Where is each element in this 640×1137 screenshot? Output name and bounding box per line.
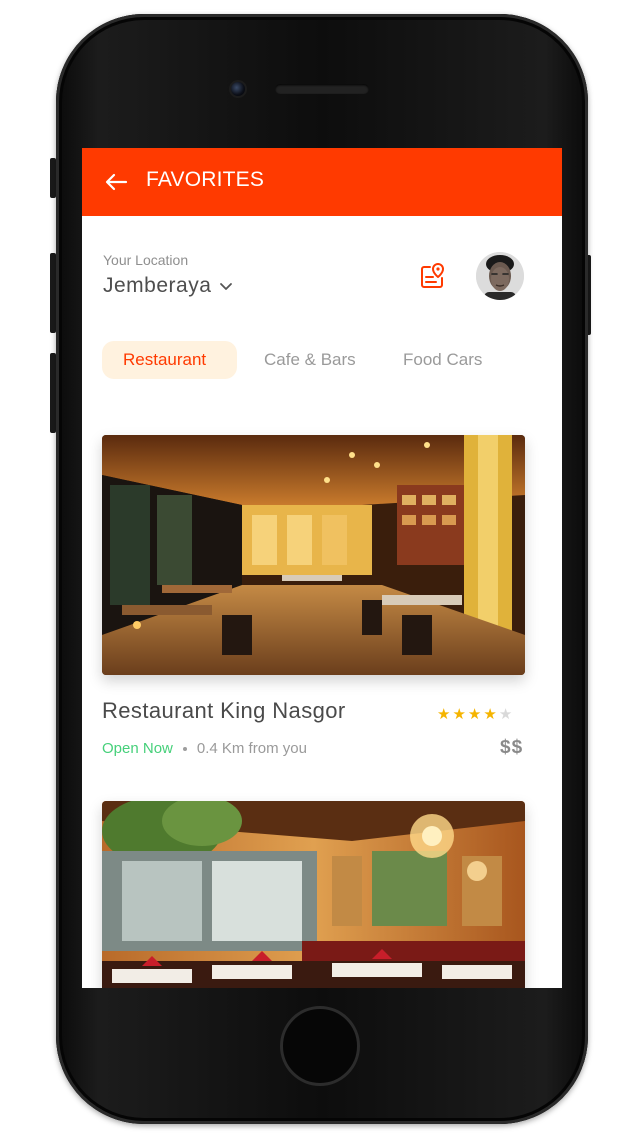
tab-food-cars[interactable]: Food Cars (403, 341, 482, 379)
user-photo (476, 252, 524, 300)
app-screen: FAVORITES Your Location Jemberaya Restau… (82, 148, 562, 988)
location-selector[interactable]: Jemberaya (103, 272, 233, 300)
star-empty-icon: ★ (498, 706, 513, 723)
restaurant-meta: Open Now 0.4 Km from you (102, 740, 307, 757)
star-icon: ★ (467, 706, 482, 723)
tab-cafe-bars[interactable]: Cafe & Bars (264, 341, 356, 379)
map-pin-icon[interactable] (418, 261, 448, 291)
page: FAVORITES Your Location Jemberaya Restau… (0, 0, 640, 1137)
home-button[interactable] (280, 1006, 360, 1086)
status-badge: Open Now (102, 740, 173, 757)
location-label: Your Location (103, 252, 189, 268)
avatar[interactable] (476, 252, 524, 300)
chevron-down-icon (220, 283, 233, 290)
separator-dot (182, 746, 187, 751)
restaurant-photo[interactable] (102, 435, 525, 675)
price-level: $$ (500, 737, 524, 758)
distance-text: 0.4 Km from you (196, 740, 307, 757)
tab-restaurant[interactable]: Restaurant (102, 341, 237, 379)
star-icon: ★ (452, 706, 466, 723)
restaurant-interior-image (102, 435, 525, 675)
star-icon: ★ (437, 706, 451, 723)
restaurant-name[interactable]: Restaurant King Nasgor (102, 698, 346, 724)
front-camera (229, 80, 247, 98)
star-icon: ★ (483, 706, 497, 723)
app-bar: FAVORITES (82, 148, 562, 216)
restaurant-interior-image (102, 801, 525, 988)
location-value: Jemberaya (103, 274, 212, 297)
rating-stars: ★ ★ ★ ★ ★ (437, 707, 512, 722)
restaurant-photo[interactable] (102, 801, 525, 988)
arrow-left-icon[interactable] (100, 166, 132, 198)
page-title: FAVORITES (146, 168, 265, 191)
earpiece-speaker (275, 84, 369, 94)
